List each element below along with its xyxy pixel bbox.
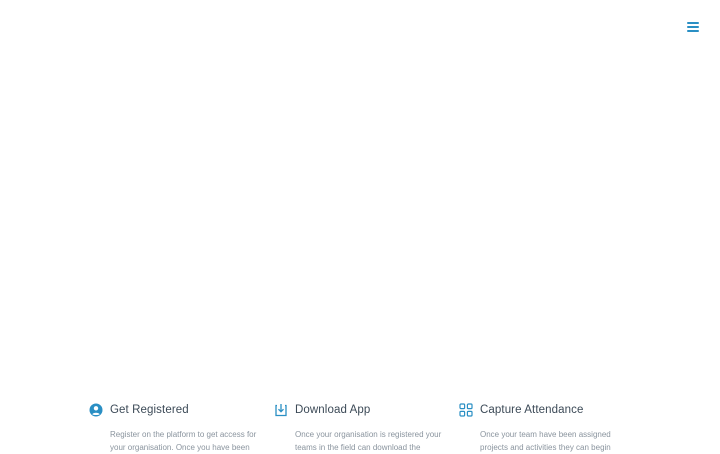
feature-title: Download App	[295, 404, 371, 416]
user-circle-icon	[89, 403, 103, 417]
features-section: Get Registered Register on the platform …	[89, 400, 644, 454]
feature-header: Get Registered	[89, 400, 274, 420]
feature-title: Capture Attendance	[480, 404, 584, 416]
menu-line	[687, 30, 699, 32]
hamburger-menu-button[interactable]	[687, 22, 699, 32]
feature-capture-attendance: Capture Attendance Once your team have b…	[459, 400, 644, 454]
feature-title: Get Registered	[110, 404, 189, 416]
menu-line	[687, 22, 699, 24]
feature-header: Capture Attendance	[459, 400, 644, 420]
feature-description: Once your organisation is registered you…	[295, 430, 442, 452]
grid-icon	[459, 403, 473, 417]
menu-line	[687, 26, 699, 28]
feature-get-registered: Get Registered Register on the platform …	[89, 400, 274, 454]
feature-header: Download App	[274, 400, 459, 420]
feature-download-app: Download App Once your organisation is r…	[274, 400, 459, 454]
feature-description: Register on the platform to get access f…	[110, 430, 257, 452]
download-icon	[274, 403, 288, 417]
feature-description: Once your team have been assigned projec…	[480, 430, 611, 452]
